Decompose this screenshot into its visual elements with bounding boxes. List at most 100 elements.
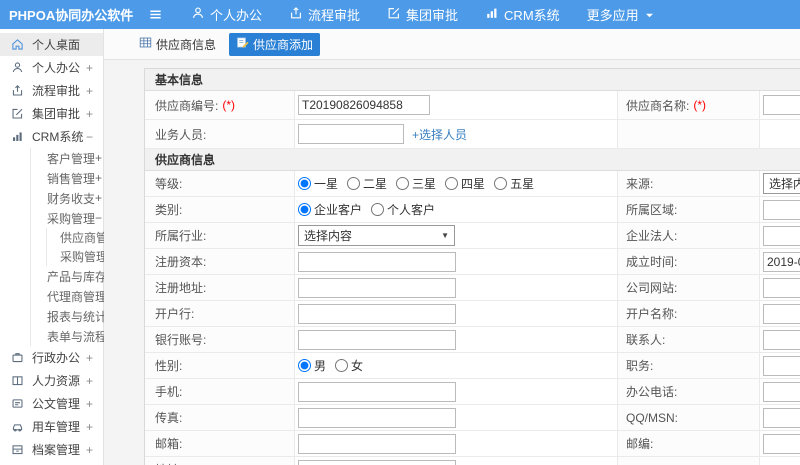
sidebar-item-archive-mgmt[interactable]: 档案管理 + [0, 438, 103, 461]
bank-account-input[interactable] [298, 329, 456, 350]
collapse-minus[interactable]: − [95, 211, 102, 225]
sidebar-item-document-mgmt[interactable]: 公文管理 + [0, 392, 103, 415]
field-label: 供应商名称: (*) [618, 91, 760, 119]
registered-capital-input[interactable] [298, 251, 456, 272]
table-grid-icon [139, 36, 156, 52]
sidebar-item-purchase-mgmt[interactable]: 采购管理 − [31, 208, 103, 228]
bar-chart-icon [485, 6, 504, 23]
expand-plus[interactable]: + [95, 191, 102, 205]
sidebar-item-product-inventory[interactable]: 产品与库存 + [31, 266, 114, 286]
address-input[interactable] [298, 459, 456, 465]
gender-radio[interactable] [298, 359, 311, 372]
nav-label: 流程审批 [308, 8, 361, 23]
category-radio[interactable] [371, 203, 385, 216]
fax-input[interactable] [298, 407, 456, 428]
sidebar-item-vehicle-mgmt[interactable]: 用车管理 + [0, 415, 103, 438]
hamburger-menu-icon[interactable] [148, 7, 163, 22]
email-input[interactable] [298, 433, 456, 454]
field-label: 职务: [618, 353, 760, 378]
expand-plus[interactable]: + [86, 61, 93, 75]
expand-plus[interactable]: + [86, 397, 93, 411]
sidebar-item-personal-desktop[interactable]: 个人桌面 [0, 33, 103, 56]
zip-input[interactable] [763, 433, 800, 454]
sidebar-item-purchasing[interactable]: 采购管理 [47, 247, 108, 266]
tab-bar: 供应商信息 供应商添加 [104, 29, 800, 60]
category-radio[interactable] [298, 203, 311, 216]
sidebar-item-hr[interactable]: 人力资源 + [0, 369, 103, 392]
row-mobile: 手机: 办公电话: [145, 379, 800, 405]
sidebar-item-agent-mgmt[interactable]: 代理商管理 + [31, 286, 114, 306]
sidebar-item-finance[interactable]: 财务收支 + [31, 188, 103, 208]
row-staff: 业务人员: +选择人员 [145, 120, 800, 149]
region-input[interactable] [763, 199, 800, 220]
choose-staff-link[interactable]: +选择人员 [412, 126, 467, 143]
registered-address-input[interactable] [298, 277, 456, 298]
crm-submenu: 客户管理 + 销售管理 + 财务收支 + 采购管理 − 供应商管理 采购管理 产… [30, 148, 138, 346]
row-bank-account: 银行账号: 联系人: [145, 327, 800, 353]
tab-supplier-add[interactable]: 供应商添加 [229, 32, 321, 56]
gender-radio-group: 男 女 [298, 357, 372, 374]
field-label: 来源: [618, 171, 760, 196]
sidebar-item-process-approval[interactable]: 流程审批 + [0, 79, 103, 102]
sidebar-item-admin-office[interactable]: 行政办公 + [0, 346, 103, 369]
level-radio[interactable] [396, 177, 410, 190]
expand-plus[interactable]: + [86, 84, 93, 98]
briefcase-icon [11, 351, 25, 365]
field-label: 类别: [145, 197, 295, 222]
level-radio[interactable] [445, 177, 459, 190]
sidebar-item-group-approval[interactable]: 集团审批 + [0, 102, 103, 125]
supplier-code-input[interactable] [298, 95, 430, 115]
sidebar-item-personal-office[interactable]: 个人办公 + [0, 56, 103, 79]
nav-crm-system[interactable]: CRM系统 [485, 5, 560, 24]
expand-plus[interactable]: + [86, 107, 93, 121]
sidebar-item-label: CRM系统 [32, 130, 84, 144]
nav-label: CRM系统 [504, 8, 560, 23]
field-label: 邮箱: [145, 431, 295, 456]
source-select[interactable]: 选择内容▼ [763, 173, 800, 194]
expand-plus[interactable]: + [95, 171, 102, 185]
qq-msn-input[interactable] [763, 407, 800, 428]
sidebar-item-customer-mgmt[interactable]: 客户管理 + [31, 148, 103, 168]
nav-personal-office[interactable]: 个人办公 [191, 5, 262, 24]
sidebar-item-label: 流程审批 [32, 84, 81, 98]
sidebar-item-supplier-mgmt[interactable]: 供应商管理 [47, 228, 120, 247]
legal-person-input[interactable] [763, 225, 800, 246]
gender-radio[interactable] [335, 359, 349, 372]
field-label: QQ/MSN: [618, 405, 760, 430]
industry-select[interactable]: 选择内容 ▼ [298, 225, 455, 246]
collapse-minus[interactable]: − [86, 130, 93, 144]
field-label: 联系人: [618, 327, 760, 352]
top-bar: PHPOA协同办公软件 个人办公 流程审批 集团审批 CRM系统 更多应用 [0, 0, 800, 29]
sidebar-item-label: 档案管理 [32, 443, 81, 457]
expand-plus[interactable]: + [86, 351, 93, 365]
level-radio[interactable] [347, 177, 361, 190]
expand-plus[interactable]: + [86, 420, 93, 434]
bank-branch-input[interactable] [298, 303, 456, 324]
level-radio[interactable] [494, 177, 508, 190]
nav-group-approval[interactable]: 集团审批 [387, 5, 458, 24]
sidebar-item-form-flow-settings[interactable]: 表单与流程设置 + [31, 326, 138, 346]
account-name-input[interactable] [763, 303, 800, 324]
expand-plus[interactable]: + [95, 151, 102, 165]
sidebar-item-label: 产品与库存 [47, 269, 108, 284]
contact-input[interactable] [763, 329, 800, 350]
sidebar-item-label: 报表与统计 [47, 309, 108, 324]
sidebar-item-crm-system[interactable]: CRM系统 − [0, 125, 103, 148]
field-label: 等级: [145, 171, 295, 196]
category-radio-group: 企业客户 个人客户 [298, 201, 444, 218]
website-input[interactable] [763, 277, 800, 298]
supplier-name-input[interactable] [763, 95, 800, 115]
mobile-input[interactable] [298, 381, 456, 402]
sidebar-item-reports[interactable]: 报表与统计 [31, 306, 107, 326]
level-radio[interactable] [298, 177, 311, 190]
sidebar-item-sales-mgmt[interactable]: 销售管理 + [31, 168, 103, 188]
expand-plus[interactable]: + [86, 443, 93, 457]
expand-plus[interactable]: + [86, 374, 93, 388]
bar-chart-icon [11, 130, 25, 144]
nav-process-approval[interactable]: 流程审批 [289, 5, 360, 24]
tab-supplier-info[interactable]: 供应商信息 [132, 33, 223, 56]
nav-more-apps[interactable]: 更多应用 [587, 5, 659, 24]
office-phone-input[interactable] [763, 381, 800, 402]
job-title-input[interactable] [763, 355, 800, 376]
established-date-input[interactable] [763, 251, 800, 272]
